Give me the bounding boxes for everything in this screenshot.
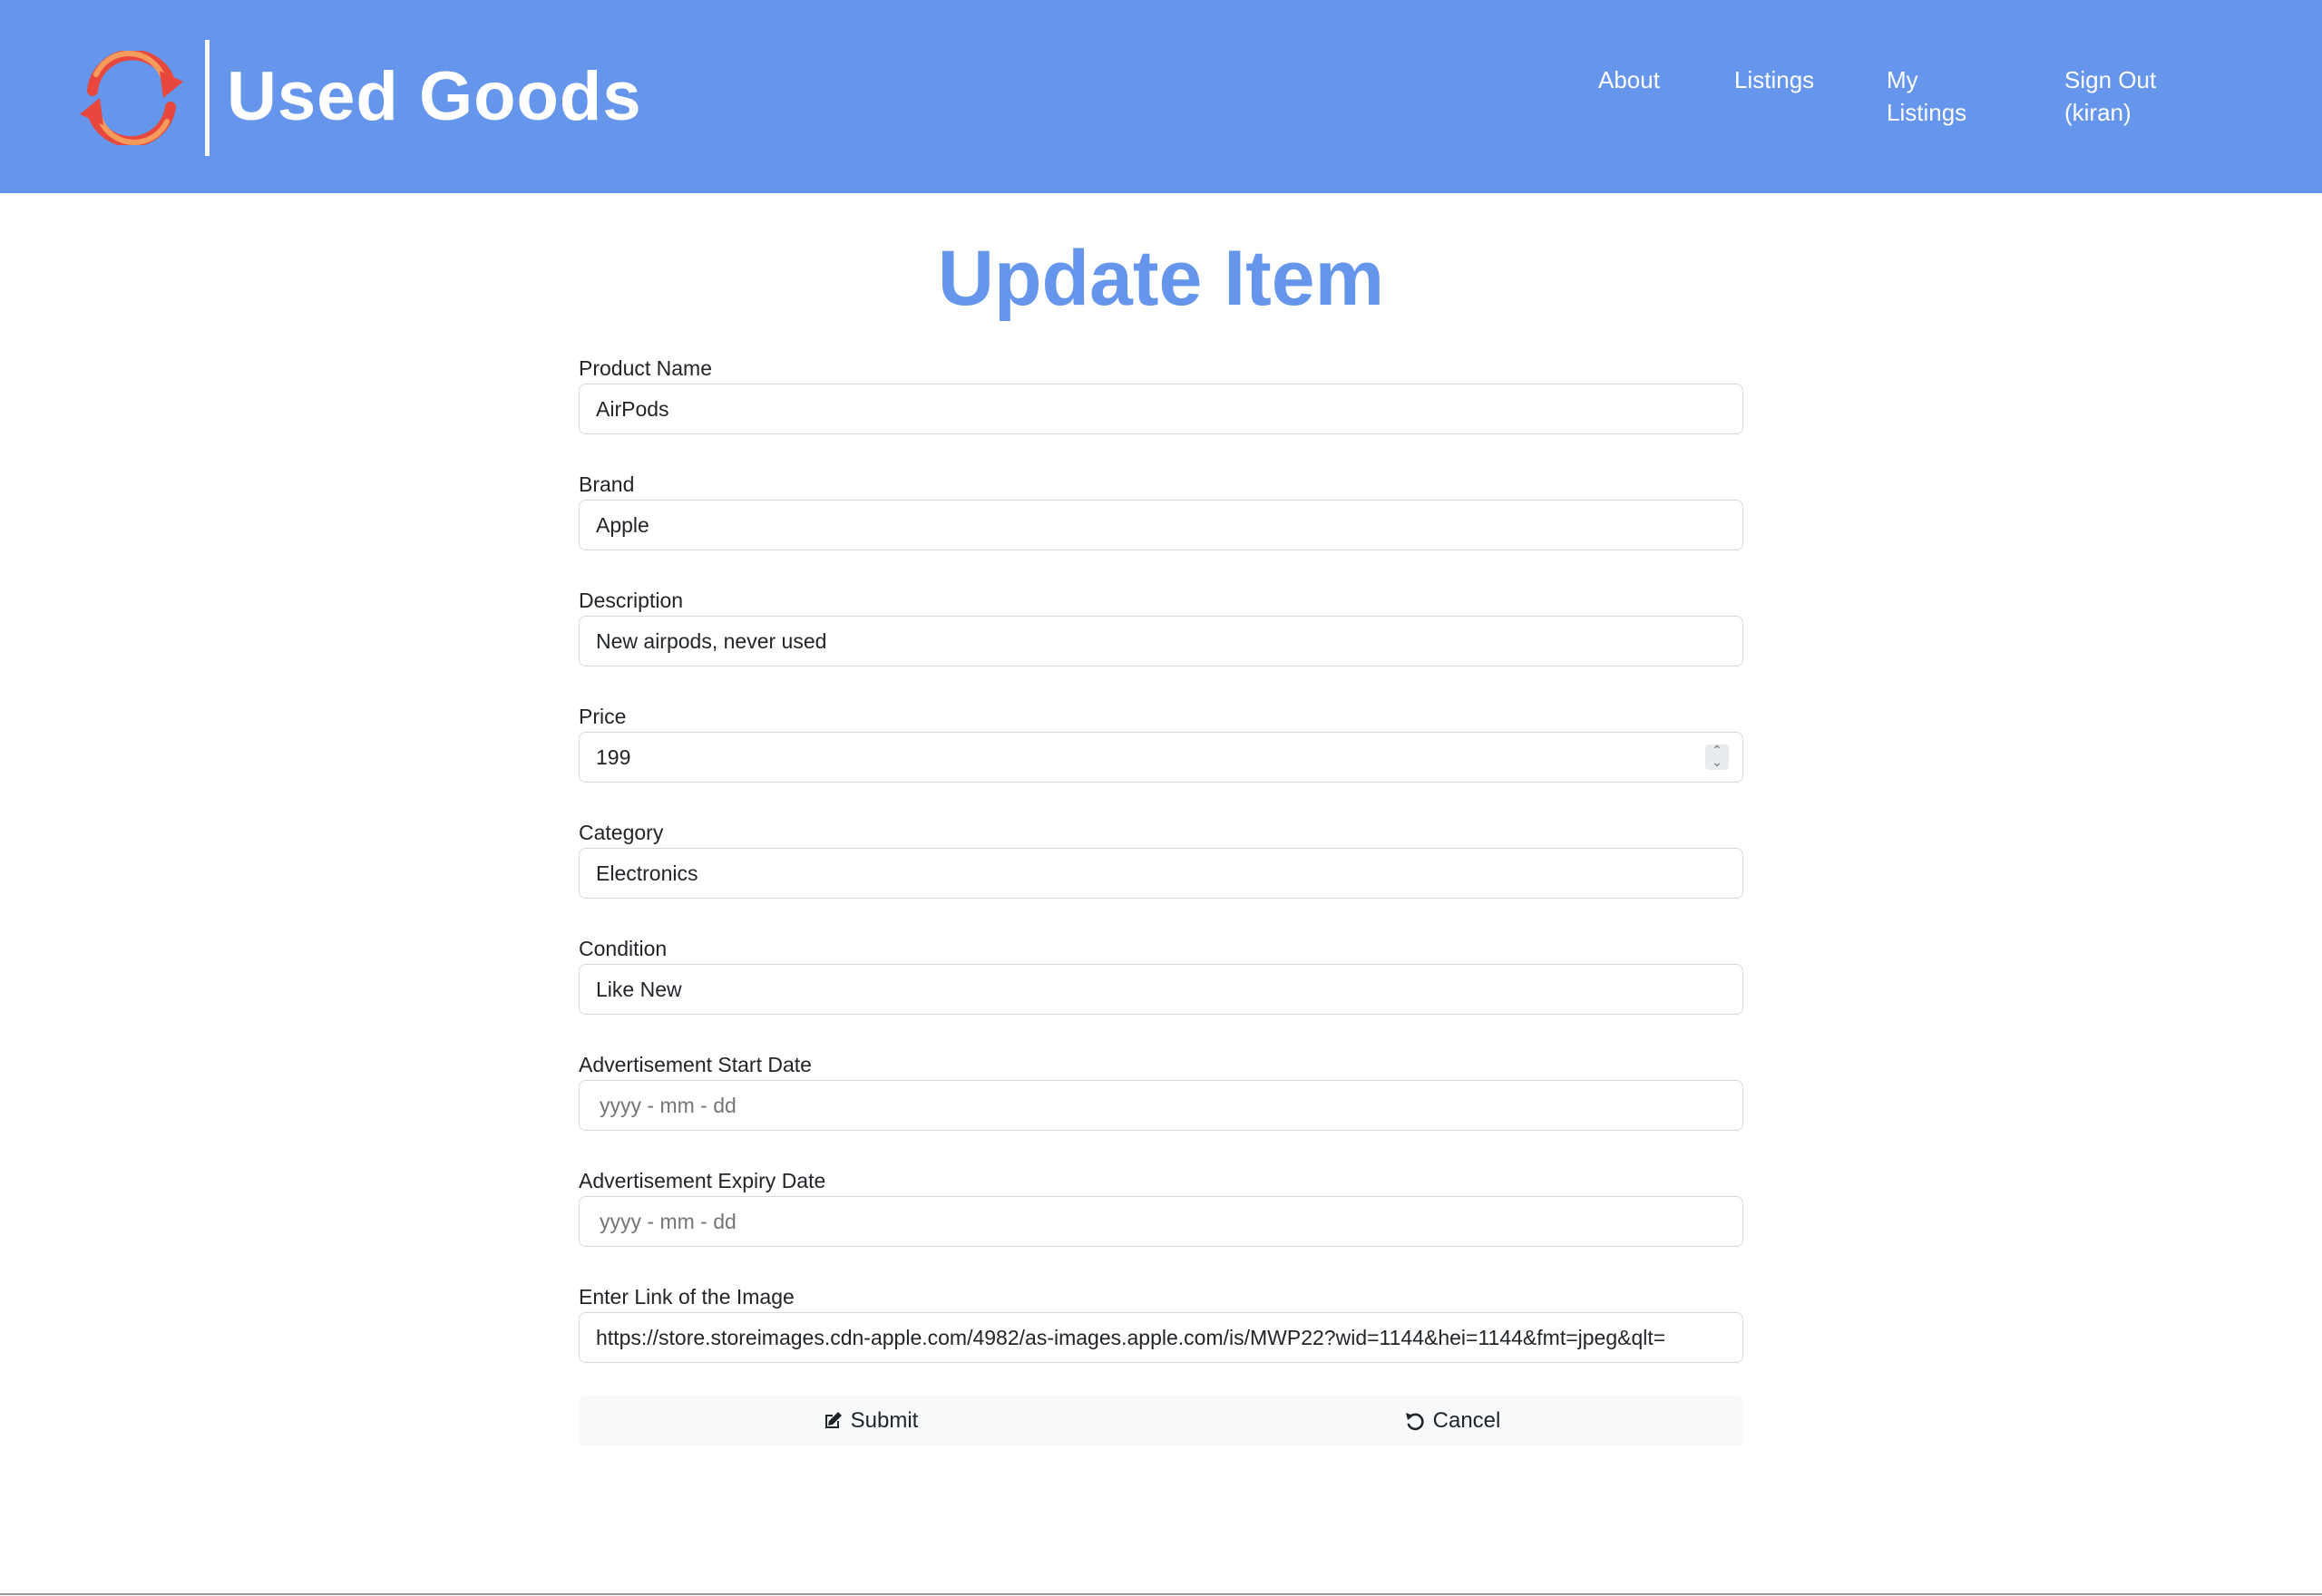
expiry-date-label: Advertisement Expiry Date [579, 1169, 826, 1192]
condition-input[interactable] [579, 964, 1743, 1015]
nav-listings[interactable]: Listings [1734, 63, 1814, 96]
page-title: Update Item [937, 235, 1385, 322]
category-input[interactable] [579, 848, 1743, 899]
product-name-input[interactable] [579, 384, 1743, 434]
condition-label: Condition [579, 937, 668, 960]
image-link-input[interactable] [579, 1312, 1743, 1363]
category-label: Category [579, 821, 664, 844]
footer-divider [0, 1593, 2322, 1595]
expiry-date-input[interactable] [579, 1196, 1743, 1247]
recycle-logo-icon[interactable] [73, 51, 190, 145]
nav-my-listings-line2: Listings [1887, 99, 1967, 126]
nav-my-listings-line1: My [1887, 66, 1918, 93]
cancel-label: Cancel [1432, 1408, 1501, 1433]
start-date-label: Advertisement Start Date [579, 1053, 812, 1076]
nav-sign-out-user: (kiran) [2064, 99, 2132, 126]
nav-sign-out[interactable]: Sign Out (kiran) [2064, 63, 2156, 129]
product-name-label: Product Name [579, 356, 713, 380]
nav-my-listings[interactable]: My Listings [1887, 63, 1966, 129]
brand-input[interactable] [579, 500, 1743, 550]
edit-icon [824, 1412, 842, 1428]
description-input[interactable] [579, 616, 1743, 667]
cancel-button[interactable]: Cancel [1161, 1396, 1743, 1446]
image-link-label: Enter Link of the Image [579, 1285, 795, 1309]
submit-label: Submit [850, 1408, 919, 1433]
price-label: Price [579, 705, 627, 728]
nav-about[interactable]: About [1598, 63, 1660, 96]
description-label: Description [579, 589, 684, 612]
start-date-input[interactable] [579, 1080, 1743, 1131]
form-actions: Submit Cancel [579, 1396, 1743, 1446]
price-input[interactable] [579, 732, 1743, 783]
top-navbar: Used Goods About Listings My Listings Si… [0, 0, 2322, 193]
logo-divider [205, 40, 210, 156]
price-stepper-icon[interactable]: ⌃ ⌄ [1705, 744, 1729, 770]
submit-button[interactable]: Submit [579, 1396, 1161, 1446]
undo-icon [1405, 1413, 1424, 1431]
brand-name[interactable]: Used Goods [227, 56, 642, 138]
nav-sign-out-line1: Sign Out [2064, 66, 2157, 93]
brand-label: Brand [579, 472, 635, 496]
